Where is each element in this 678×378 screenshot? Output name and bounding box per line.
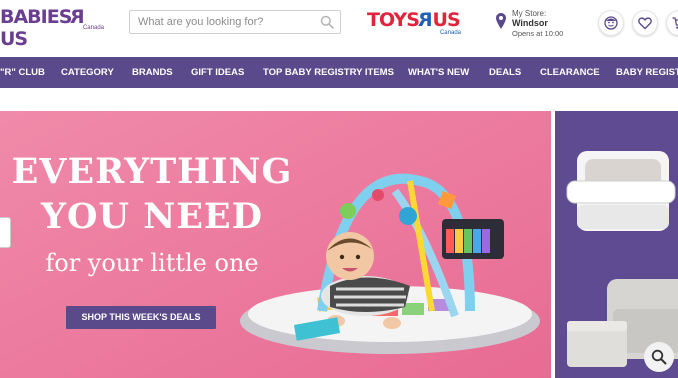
nav-item-brands[interactable]: BRANDS	[132, 57, 173, 88]
hero-banner[interactable]: EVERYTHING YOU NEED for your little one …	[0, 111, 551, 378]
logo-word-us: US	[0, 28, 28, 50]
account-button[interactable]	[598, 10, 624, 36]
hero-headline-line-1: EVERYTHING	[11, 151, 293, 192]
nav-item-category[interactable]: CATEGORY	[61, 57, 114, 88]
store-selector[interactable]: My Store: Windsor Opens at 10:00	[496, 9, 596, 43]
site-header: BABIESRUS Canada TOYSRUS Canada My Store…	[0, 0, 678, 57]
search-box	[129, 10, 341, 34]
logo-canada: Canada	[439, 30, 461, 36]
hero-headline-line-2: YOU NEED	[41, 196, 263, 237]
heart-icon	[638, 17, 652, 30]
logo-word-us: US	[432, 9, 461, 31]
babies-r-us-logo[interactable]: BABIESRUS Canada	[0, 6, 112, 50]
zoom-button[interactable]	[644, 342, 674, 372]
search-icon[interactable]	[320, 15, 334, 29]
nav-item-deals[interactable]: DEALS	[489, 57, 521, 88]
wishlist-button[interactable]	[632, 10, 658, 36]
nav-item-baby-registry[interactable]: BABY REGISTRY	[616, 57, 678, 88]
side-promo-panel[interactable]	[555, 111, 678, 378]
nav-item-r-club[interactable]: "R" CLUB	[0, 57, 45, 88]
store-hours: Opens at 10:00	[512, 29, 564, 38]
store-label: My Store:	[512, 9, 547, 18]
logo-word-babies: BABIES	[0, 6, 72, 28]
logo-word-toys: TOYS	[367, 9, 420, 31]
hero-subheadline: for your little one	[45, 249, 259, 277]
cart-button[interactable]	[666, 10, 678, 36]
side-promo-product-image	[566, 151, 678, 367]
nav-item-whats-new[interactable]: WHAT'S NEW	[408, 57, 469, 88]
logo-canada: Canada	[82, 25, 104, 31]
magnifier-icon	[651, 349, 667, 365]
logo-r: R	[418, 9, 433, 31]
cart-icon	[672, 17, 678, 29]
nav-item-gift-ideas[interactable]: GIFT IDEAS	[191, 57, 244, 88]
location-pin-icon	[496, 13, 506, 29]
search-input[interactable]	[130, 11, 316, 33]
account-icon	[604, 16, 618, 30]
main-navigation: "R" CLUB CATEGORY BRANDS GIFT IDEAS TOP …	[0, 57, 678, 88]
store-name: Windsor	[512, 18, 548, 28]
shop-deals-button[interactable]: SHOP THIS WEEK'S DEALS	[66, 306, 216, 329]
carousel-prev-button[interactable]	[0, 217, 11, 248]
nav-item-clearance[interactable]: CLEARANCE	[540, 57, 600, 88]
nav-item-top-baby-registry-items[interactable]: TOP BABY REGISTRY ITEMS	[263, 57, 394, 88]
toys-r-us-logo[interactable]: TOYSRUS Canada	[367, 9, 467, 39]
